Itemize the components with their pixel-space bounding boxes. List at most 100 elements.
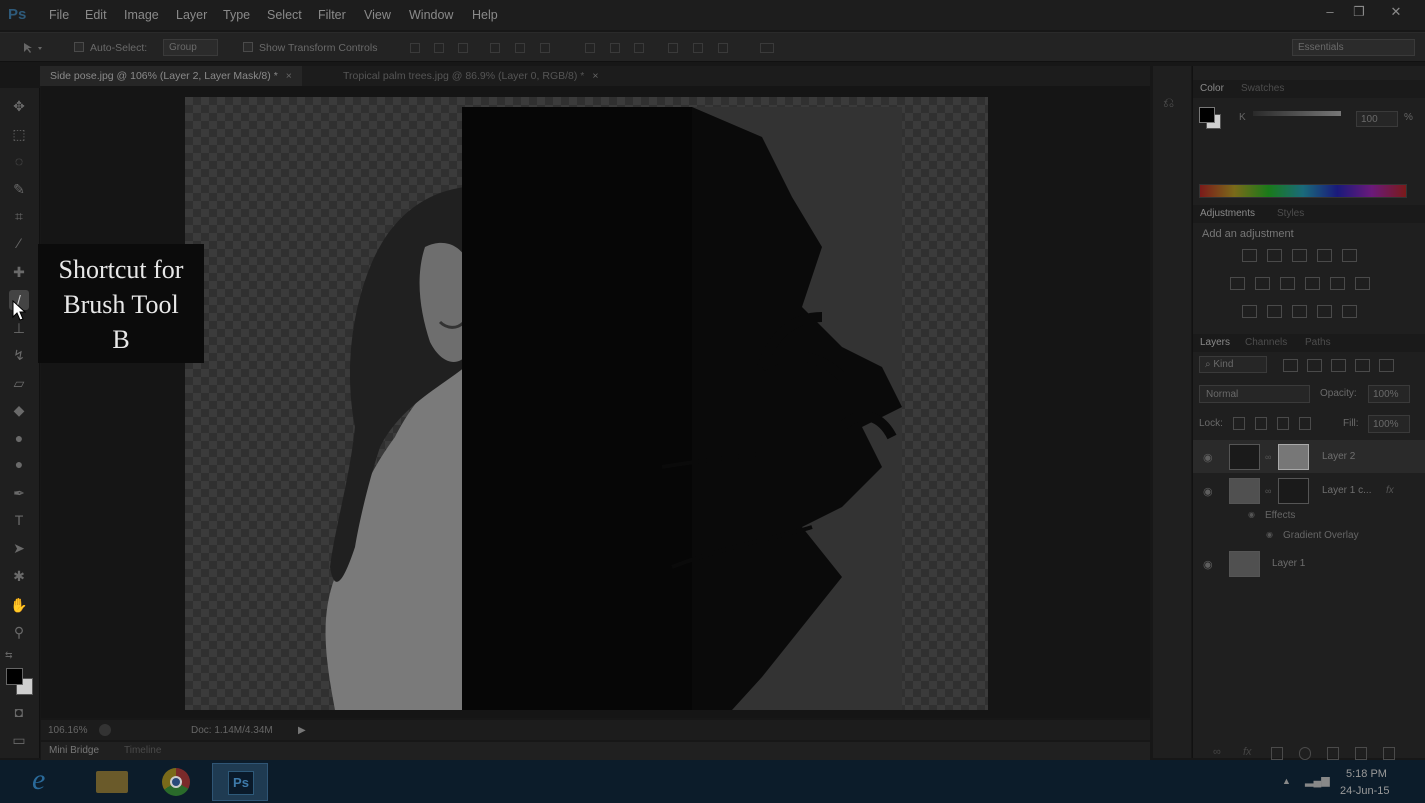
align-hcenter-icon[interactable] [515,43,525,53]
eyedropper-tool-icon[interactable]: ⁄ [9,233,29,253]
k-value-field[interactable]: 100 [1356,111,1398,127]
clock-time[interactable]: 5:18 PM [1346,768,1387,780]
tab-color[interactable]: Color [1200,83,1224,94]
threshold-icon[interactable] [1292,305,1307,318]
align-bottom-icon[interactable] [458,43,468,53]
panel-foreground-swatch[interactable] [1199,107,1215,123]
vibrance-icon[interactable] [1342,249,1357,262]
distribute-vcenter-icon[interactable] [610,43,620,53]
layer-row-layer-2[interactable]: ◉ ∞ Layer 2 [1193,440,1425,473]
document-canvas[interactable] [185,97,988,710]
zoom-tool-icon[interactable]: ⚲ [9,622,29,642]
link-chain-icon[interactable]: ∞ [1265,452,1271,462]
lock-transparent-icon[interactable] [1233,417,1245,430]
add-mask-icon[interactable] [1271,747,1283,760]
align-right-icon[interactable] [540,43,550,53]
black-white-icon[interactable] [1280,277,1295,290]
photo-filter-icon[interactable] [1305,277,1320,290]
link-chain-icon[interactable]: ∞ [1265,486,1271,496]
new-adjustment-layer-icon[interactable] [1299,747,1311,760]
marquee-tool-icon[interactable]: ⬚ [9,124,29,144]
zoom-level[interactable]: 106.16% [48,725,87,736]
filter-shape-icon[interactable] [1355,359,1370,372]
tab-paths[interactable]: Paths [1305,337,1331,348]
status-info-icon[interactable] [99,724,111,736]
pen-tool-icon[interactable]: ✒ [9,483,29,503]
hue-saturation-icon[interactable] [1230,277,1245,290]
gradient-overlay-visibility-icon[interactable]: ◉ [1266,530,1273,539]
align-vcenter-icon[interactable] [434,43,444,53]
tab-adjustments[interactable]: Adjustments [1200,208,1255,219]
effects-visibility-icon[interactable]: ◉ [1248,510,1255,519]
tab-styles[interactable]: Styles [1277,208,1304,219]
history-panel-icon[interactable]: ⎌ [1163,94,1174,111]
new-layer-icon[interactable] [1355,747,1367,760]
gradient-overlay-effect[interactable]: Gradient Overlay [1283,530,1359,541]
layer-row-layer-1-copy[interactable]: ◉ ∞ Layer 1 c... fx [1193,474,1425,507]
tab-channels[interactable]: Channels [1245,337,1287,348]
type-tool-icon[interactable]: T [9,510,29,530]
lock-position-icon[interactable] [1277,417,1289,430]
tab-mini-bridge[interactable]: Mini Bridge [49,745,99,756]
network-signal-icon[interactable]: ▂▄▆ [1305,774,1330,787]
color-lookup-icon[interactable] [1355,277,1370,290]
align-left-icon[interactable] [490,43,500,53]
layer-mask-thumbnail[interactable] [1278,478,1309,504]
tab-swatches[interactable]: Swatches [1241,83,1284,94]
menu-image[interactable]: Image [124,8,159,22]
chrome-icon[interactable] [148,763,204,801]
menu-edit[interactable]: Edit [85,8,107,22]
add-style-icon[interactable]: fx [1243,746,1252,758]
show-transform-checkbox[interactable] [243,42,253,52]
color-balance-icon[interactable] [1255,277,1270,290]
paint-bucket-tool-icon[interactable]: ◆ [9,400,29,420]
screen-mode-icon[interactable]: ▭ [9,730,29,750]
tray-expand-icon[interactable]: ▲ [1282,776,1291,786]
visibility-eye-icon[interactable]: ◉ [1203,451,1213,464]
posterize-icon[interactable] [1267,305,1282,318]
menu-file[interactable]: File [49,8,69,22]
distribute-top-icon[interactable] [585,43,595,53]
quick-mask-icon[interactable]: ◘ [9,702,29,722]
brightness-contrast-icon[interactable] [1242,249,1257,262]
fx-badge[interactable]: fx [1386,485,1394,496]
dodge-tool-icon[interactable]: ● [9,454,29,474]
clock-date[interactable]: 24-Jun-15 [1340,785,1390,797]
shape-tool-icon[interactable]: ✱ [9,566,29,586]
lock-all-icon[interactable] [1299,417,1311,430]
k-slider[interactable] [1253,111,1341,116]
crop-tool-icon[interactable]: ⌗ [9,206,29,226]
channel-mixer-icon[interactable] [1330,277,1345,290]
opacity-field[interactable]: 100% [1368,385,1410,403]
history-brush-tool-icon[interactable]: ↯ [9,345,29,365]
distribute-bottom-icon[interactable] [634,43,644,53]
tab-tropical-palm-trees[interactable]: Tropical palm trees.jpg @ 86.9% (Layer 0… [333,66,609,86]
quick-select-tool-icon[interactable]: ✎ [9,179,29,199]
levels-icon[interactable] [1267,249,1282,262]
layer-row-layer-1[interactable]: ◉ Layer 1 [1193,547,1425,580]
fill-field[interactable]: 100% [1368,415,1410,433]
menu-window[interactable]: Window [409,8,453,22]
minimize-button[interactable]: – [1319,4,1341,22]
layer-name[interactable]: Layer 1 [1272,558,1305,569]
menu-view[interactable]: View [364,8,391,22]
auto-select-checkbox[interactable] [74,42,84,52]
layer-name[interactable]: Layer 1 c... [1322,485,1371,496]
filter-smart-object-icon[interactable] [1379,359,1394,372]
filter-type-icon[interactable] [1331,359,1346,372]
tab-close-icon[interactable]: × [592,70,598,82]
auto-align-icon[interactable] [760,43,774,53]
new-group-icon[interactable] [1327,747,1339,760]
invert-icon[interactable] [1242,305,1257,318]
layer-filter-kind-dropdown[interactable]: ⌕ Kind [1199,356,1267,373]
auto-select-dropdown[interactable]: Group [163,39,218,56]
visibility-eye-icon[interactable]: ◉ [1203,485,1213,498]
distribute-left-icon[interactable] [668,43,678,53]
filter-pixel-icon[interactable] [1283,359,1298,372]
distribute-hcenter-icon[interactable] [693,43,703,53]
tab-side-pose[interactable]: Side pose.jpg @ 106% (Layer 2, Layer Mas… [40,66,302,86]
path-selection-tool-icon[interactable]: ➤ [9,538,29,558]
distribute-right-icon[interactable] [718,43,728,53]
lasso-tool-icon[interactable]: ◌ [9,151,29,171]
blur-tool-icon[interactable]: ● [9,428,29,448]
